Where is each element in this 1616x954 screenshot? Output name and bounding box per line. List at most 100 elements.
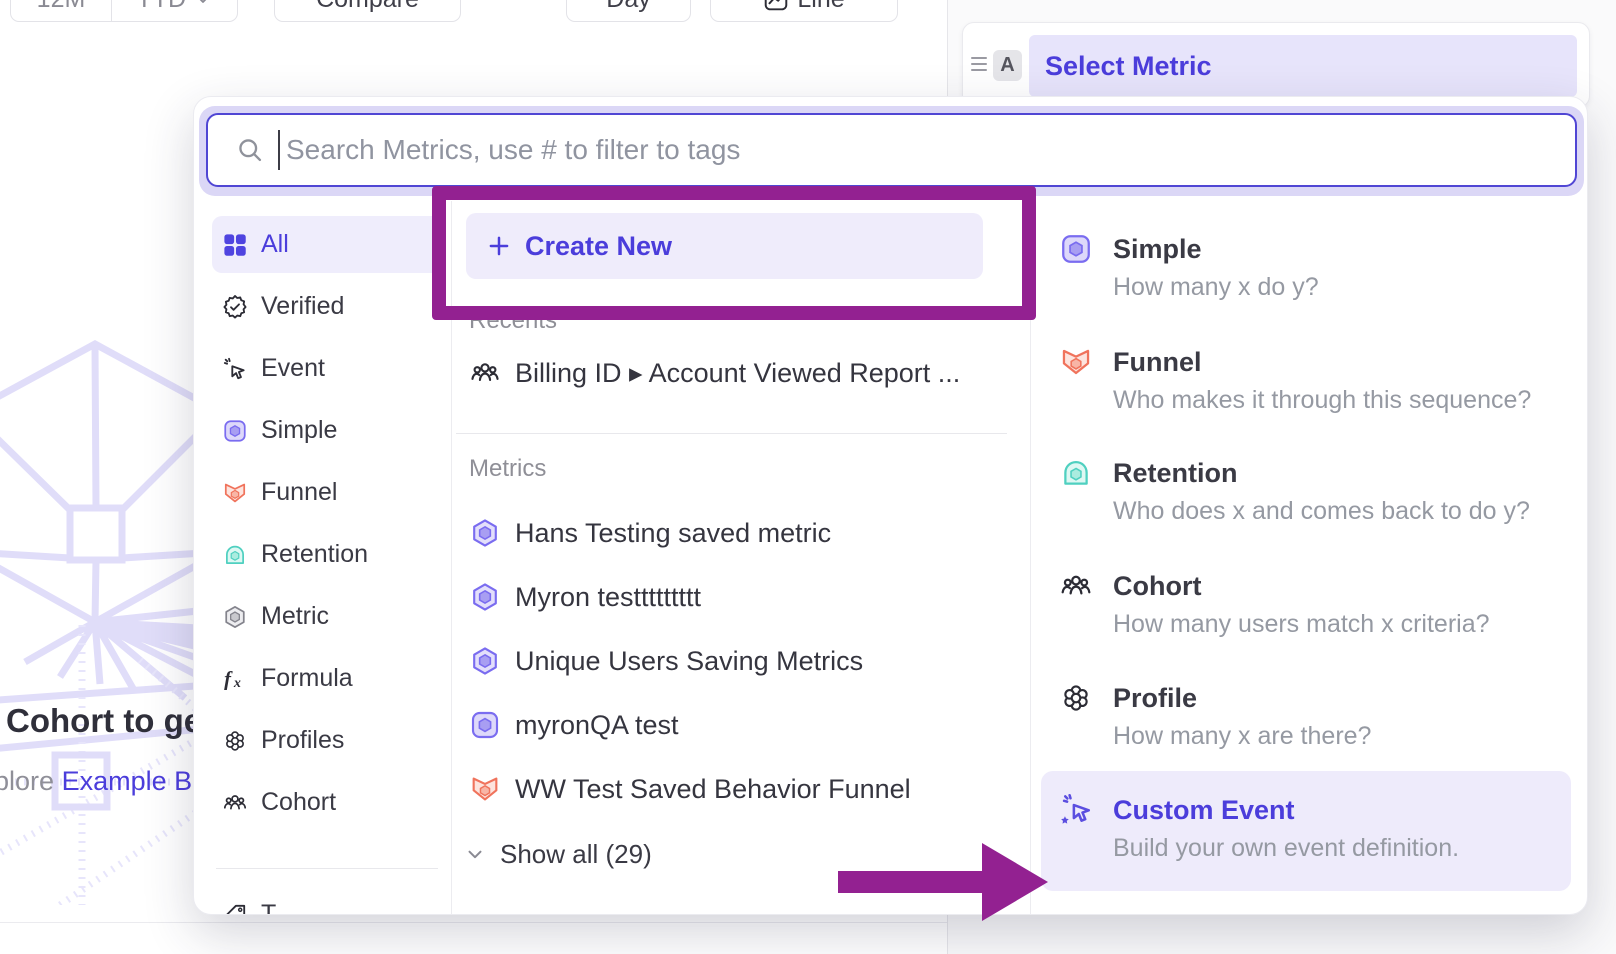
sidebar-label: Verified — [261, 292, 344, 321]
sidebar-label: Cohort — [261, 788, 336, 817]
example-boards-link[interactable]: Example B — [62, 766, 193, 796]
grid-icon — [222, 232, 248, 258]
simple-icon — [1059, 232, 1093, 266]
empty-state-subtitle-text: plore — [0, 766, 54, 796]
event-cursor-icon — [222, 356, 248, 382]
retention-icon — [1059, 456, 1093, 490]
type-desc: How many users match x criteria? — [1113, 609, 1490, 639]
compare-button[interactable]: Compare — [274, 0, 461, 22]
metric-item-label: Hans Testing saved metric — [515, 518, 831, 549]
profiles-icon — [1059, 681, 1093, 715]
cohort-icon — [222, 790, 248, 816]
search-icon — [236, 136, 264, 164]
metric-item-label: Myron testtttttttt — [515, 582, 701, 613]
text-caret — [278, 130, 280, 170]
metric-item-label: myronQA test — [515, 710, 679, 741]
metric-item-myron-test[interactable]: Myron testtttttttt — [462, 569, 1007, 625]
type-cohort[interactable]: Cohort How many users match x criteria? — [1059, 569, 1569, 639]
line-chart-type-button[interactable]: Line — [710, 0, 898, 22]
sidebar-item-funnel[interactable]: Funnel — [212, 464, 442, 521]
sidebar-item-cohort[interactable]: Cohort — [212, 774, 442, 831]
drag-handle-icon[interactable] — [971, 57, 987, 71]
type-name: Custom Event — [1113, 793, 1459, 827]
day-label: Day — [606, 0, 650, 14]
simple-icon — [222, 418, 248, 444]
metric-item-myronqa-test[interactable]: myronQA test — [462, 697, 1007, 753]
sidebar-label: Simple — [261, 416, 337, 445]
sidebar-label: Profiles — [261, 726, 344, 755]
metric-item-hans-testing[interactable]: Hans Testing saved metric — [462, 505, 1007, 561]
range-ytd-label: YTD — [136, 0, 186, 14]
range-12m-label: 12M — [37, 0, 86, 14]
retention-icon — [222, 542, 248, 568]
type-name: Profile — [1113, 681, 1371, 715]
funnel-icon — [222, 480, 248, 506]
metric-item-label: WW Test Saved Behavior Funnel — [515, 774, 911, 805]
verified-icon — [222, 294, 248, 320]
type-name: Cohort — [1113, 569, 1490, 603]
type-name: Funnel — [1113, 345, 1531, 379]
cohort-icon — [1059, 569, 1093, 603]
recent-item-billing-id[interactable]: Billing ID ▸ Account Viewed Report ... — [462, 345, 1007, 401]
select-metric-field[interactable]: Select Metric — [1029, 35, 1577, 97]
type-funnel[interactable]: Funnel Who makes it through this sequenc… — [1059, 345, 1569, 415]
hexagon-purple-icon — [469, 645, 501, 677]
sidebar-item-profiles[interactable]: Profiles — [212, 712, 442, 769]
formula-icon — [222, 666, 248, 692]
sidebar-item-all[interactable]: All — [212, 216, 442, 273]
recents-divider — [456, 433, 1007, 434]
sidebar-item-event[interactable]: Event — [212, 340, 442, 397]
hexagon-purple-icon — [469, 517, 501, 549]
show-all-toggle[interactable]: Show all (29) — [464, 826, 652, 882]
simple-icon — [469, 709, 501, 741]
empty-state-title: r Cohort to ge — [0, 702, 202, 740]
sidebar-item-simple[interactable]: Simple — [212, 402, 442, 459]
chevron-down-icon — [193, 0, 213, 9]
sidebar-label: Funnel — [261, 478, 337, 507]
type-simple[interactable]: Simple How many x do y? — [1059, 232, 1569, 302]
sidebar-item-metric[interactable]: Metric — [212, 588, 442, 645]
hexagon-purple-icon — [469, 581, 501, 613]
line-chart-icon — [763, 0, 789, 12]
show-all-label: Show all (29) — [500, 839, 652, 870]
background-divider-line — [0, 922, 947, 923]
sidebar-item-verified[interactable]: Verified — [212, 278, 442, 335]
tag-icon — [222, 902, 248, 916]
type-retention[interactable]: Retention Who does x and comes back to d… — [1059, 456, 1569, 526]
metrics-heading: Metrics — [469, 455, 546, 483]
line-label: Line — [797, 0, 844, 14]
sidebar-item-tags[interactable]: T — [212, 886, 442, 915]
range-12m-button[interactable]: 12M — [11, 0, 111, 21]
funnel-icon — [1059, 345, 1093, 379]
type-name: Simple — [1113, 232, 1319, 266]
annotation-highlight-box — [432, 186, 1036, 320]
custom-event-icon — [1059, 793, 1093, 827]
annotation-arrow — [830, 835, 1055, 930]
cohort-icon — [469, 357, 501, 389]
day-granularity-button[interactable]: Day — [566, 0, 691, 22]
sidebar-section-divider — [216, 868, 438, 869]
recent-item-label: Billing ID ▸ Account Viewed Report ... — [515, 358, 960, 389]
sidebar-label: Event — [261, 354, 325, 383]
type-desc: How many x are there? — [1113, 721, 1371, 751]
profiles-icon — [222, 728, 248, 754]
search-box — [206, 113, 1577, 187]
metric-item-unique-users[interactable]: Unique Users Saving Metrics — [462, 633, 1007, 689]
metric-position-badge: A — [993, 50, 1022, 81]
screen: r Cohort to ge plore Example B 12M YTD C… — [0, 0, 1616, 954]
metric-item-ww-test-funnel[interactable]: WW Test Saved Behavior Funnel — [462, 761, 1007, 817]
chevron-down-icon — [464, 843, 486, 865]
range-ytd-button[interactable]: YTD — [111, 0, 237, 21]
search-input[interactable] — [286, 134, 1575, 166]
type-desc: Build your own event definition. — [1113, 833, 1459, 863]
type-desc: How many x do y? — [1113, 272, 1319, 302]
type-name: Retention — [1113, 456, 1530, 490]
sidebar-item-retention[interactable]: Retention — [212, 526, 442, 583]
date-range-segmented-control: 12M YTD — [10, 0, 238, 22]
compare-label: Compare — [316, 0, 419, 14]
type-profile[interactable]: Profile How many x are there? — [1059, 681, 1569, 751]
sidebar-label: Retention — [261, 540, 368, 569]
sidebar-label: All — [261, 230, 289, 259]
sidebar-item-formula[interactable]: Formula — [212, 650, 442, 707]
type-custom-event[interactable]: Custom Event Build your own event defini… — [1059, 793, 1569, 863]
